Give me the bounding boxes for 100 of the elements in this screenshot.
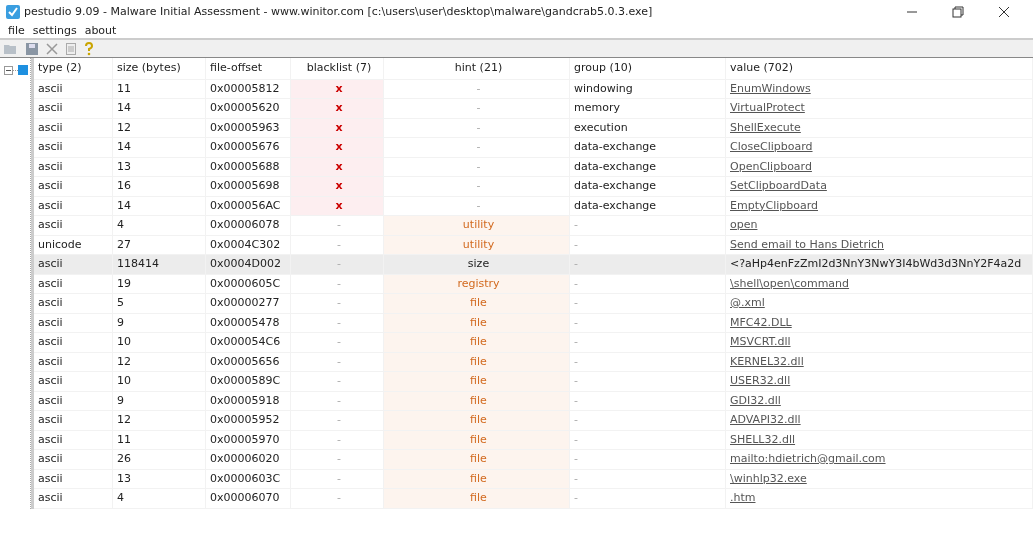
table-cell: 14 xyxy=(112,98,206,118)
table-cell: - xyxy=(569,235,726,255)
table-cell: ascii xyxy=(32,215,113,235)
table-cell: data-exchange xyxy=(569,157,726,177)
table-cell: - xyxy=(290,313,384,333)
value-link[interactable]: MFC42.DLL xyxy=(730,315,792,329)
value-link[interactable]: OpenClipboard xyxy=(730,159,812,173)
column-header[interactable]: size (bytes) xyxy=(112,58,206,79)
table-cell: 0x0000603C xyxy=(205,469,291,489)
value-link[interactable]: @.xml xyxy=(730,296,765,309)
table-cell: 4 xyxy=(112,215,206,235)
app-icon xyxy=(6,5,20,19)
delete-icon[interactable] xyxy=(46,42,58,55)
help-icon[interactable] xyxy=(84,41,94,56)
table-cell: - xyxy=(290,488,384,508)
value-link[interactable]: USER32.dll xyxy=(730,374,791,387)
table-cell: - xyxy=(290,449,384,469)
table-cell: 10 xyxy=(112,371,206,391)
value-link[interactable]: MSVCRT.dll xyxy=(730,335,791,348)
table-cell: 0x00005918 xyxy=(205,391,291,411)
folder-icon[interactable] xyxy=(4,42,18,55)
table-cell: ascii xyxy=(32,313,113,333)
table-cell: - xyxy=(290,469,384,489)
save-icon[interactable] xyxy=(26,42,38,55)
column-header[interactable]: blacklist (7) xyxy=(290,58,384,79)
table-cell: - xyxy=(290,371,384,391)
value-link[interactable]: ADVAPI32.dll xyxy=(730,413,801,426)
table-cell: - xyxy=(569,371,726,391)
table-cell: 13 xyxy=(112,157,206,177)
table-cell: 0x00006070 xyxy=(205,488,291,508)
value-link[interactable]: KERNEL32.dll xyxy=(730,354,804,368)
value-link[interactable]: SHELL32.dll xyxy=(730,432,796,446)
table-cell: ascii xyxy=(32,118,113,138)
table-cell: - xyxy=(569,449,726,469)
table-cell: ascii xyxy=(32,196,113,216)
table-cell: - xyxy=(290,430,384,450)
table-cell: memory xyxy=(569,98,726,118)
table-cell: ascii xyxy=(32,469,113,489)
document-icon[interactable] xyxy=(66,42,76,55)
value-link[interactable]: GDI32.dll xyxy=(730,393,781,407)
table-cell: ascii xyxy=(32,488,113,508)
table-cell: - xyxy=(290,410,384,430)
column-header[interactable]: value (702) xyxy=(725,58,1033,79)
table-cell: 12 xyxy=(112,410,206,430)
table-cell: - xyxy=(569,274,726,294)
table-cell: - xyxy=(569,352,726,372)
table-cell: 0x00006020 xyxy=(205,449,291,469)
table-cell: 0x0000605C xyxy=(205,274,291,294)
table-cell: ascii xyxy=(32,274,113,294)
window-title: pestudio 9.09 - Malware Initial Assessment - www.winitor.com [c:\users\user\desktop\malware\gandcrab5.0.3.exe] xyxy=(24,3,653,20)
table-cell: - xyxy=(569,430,726,450)
table-cell: data-exchange xyxy=(569,137,726,157)
table-cell: - xyxy=(569,313,726,333)
value-link[interactable]: EmptyClipboard xyxy=(730,198,818,212)
column-header[interactable]: file-offset xyxy=(205,58,291,79)
menu-item[interactable]: settings xyxy=(28,22,81,40)
value-link[interactable]: CloseClipboard xyxy=(730,140,813,153)
value-link[interactable]: mailto:hdietrich@gmail.com xyxy=(730,452,886,465)
table-cell: 16 xyxy=(112,176,206,196)
table-cell: 11 xyxy=(112,430,206,450)
column-header[interactable]: hint (21) xyxy=(383,58,570,79)
table-cell: - xyxy=(383,196,570,216)
value-link[interactable]: .htm xyxy=(730,491,756,504)
column-header[interactable]: group (10) xyxy=(569,58,726,79)
tree-node-icon[interactable] xyxy=(4,64,28,76)
menu-item[interactable]: file xyxy=(4,22,29,40)
table-cell: - xyxy=(569,391,726,411)
table-cell: data-exchange xyxy=(569,196,726,216)
table-cell: - xyxy=(383,98,570,118)
value-link[interactable]: \winhlp32.exe xyxy=(730,471,807,485)
value-link[interactable]: EnumWindows xyxy=(730,81,811,95)
value-link[interactable]: ShellExecute xyxy=(730,120,801,134)
value-link[interactable]: Send email to Hans Dietrich xyxy=(730,237,884,251)
table-cell: 0x00005952 xyxy=(205,410,291,430)
table-cell: 0x000054C6 xyxy=(205,332,291,352)
value-text: <?aHp4enFzZmI2d3NnY3NwY3I4bWd3d3NnY2F4a2d xyxy=(730,257,1022,270)
table-cell: - xyxy=(569,488,726,508)
table-cell: ascii xyxy=(32,79,113,99)
table-cell: 0x00000277 xyxy=(205,293,291,313)
value-link[interactable]: open xyxy=(730,218,758,231)
value-link[interactable]: SetClipboardData xyxy=(730,179,827,192)
column-header[interactable]: type (2) xyxy=(32,58,113,79)
table-cell: 0x00005620 xyxy=(205,98,291,118)
table-cell: 0x00006078 xyxy=(205,215,291,235)
table-cell: execution xyxy=(569,118,726,138)
table-cell: ascii xyxy=(32,254,113,274)
table-cell: - xyxy=(290,352,384,372)
table-cell: ascii xyxy=(32,391,113,411)
table-cell: 4 xyxy=(112,488,206,508)
table-cell: ascii xyxy=(32,410,113,430)
table-cell: - xyxy=(569,410,726,430)
table-cell: data-exchange xyxy=(569,176,726,196)
table-cell: ascii xyxy=(32,430,113,450)
table-cell: 5 xyxy=(112,293,206,313)
menu-item[interactable]: about xyxy=(80,22,121,40)
table-cell: 0x00005688 xyxy=(205,157,291,177)
table-cell: 14 xyxy=(112,196,206,216)
table-cell: ascii xyxy=(32,449,113,469)
value-link[interactable]: \shell\open\command xyxy=(730,276,850,290)
value-link[interactable]: VirtualProtect xyxy=(730,101,805,114)
